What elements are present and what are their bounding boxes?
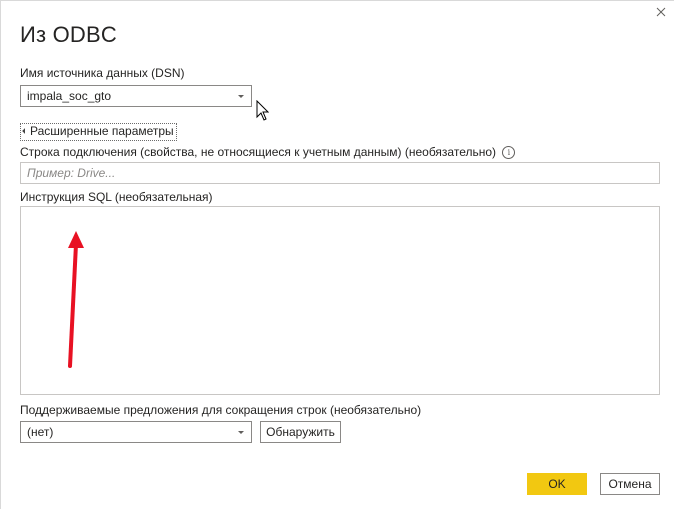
connection-string-input[interactable]: Пример: Drive... [20,162,660,184]
connection-string-label-row: Строка подключения (свойства, не относящ… [20,145,516,160]
dsn-select-value: impala_soc_gto [27,89,112,103]
info-icon[interactable]: i [502,146,516,160]
odbc-dialog: Из ODBC Имя источника данных (DSN) impal… [0,0,674,509]
dialog-title: Из ODBC [20,22,117,47]
close-icon[interactable] [654,5,668,19]
chevron-down-icon [238,431,244,434]
row-reduction-label: Поддерживаемые предложения для сокращени… [20,403,422,417]
connection-string-placeholder: Пример: Drive... [27,166,116,180]
advanced-options-label: Расширенные параметры [30,124,174,138]
dsn-label: Имя источника данных (DSN) [20,66,185,80]
detect-button[interactable]: Обнаружить [260,421,341,443]
mouse-pointer-icon [256,100,269,121]
connection-string-label: Строка подключения (свойства, не относящ… [20,145,497,159]
advanced-options-toggle[interactable]: Расширенные параметры [20,123,177,141]
expand-triangle-icon [22,128,28,135]
dsn-select[interactable]: impala_soc_gto [20,85,252,107]
chevron-down-icon [238,95,244,98]
red-arrow-annotation [68,231,84,368]
ok-button[interactable]: OK [527,473,587,495]
row-reduction-value: (нет) [27,425,54,439]
sql-statement-textarea[interactable] [20,206,660,395]
cancel-button[interactable]: Отмена [600,473,660,495]
sql-label: Инструкция SQL (необязательная) [20,190,213,204]
row-reduction-select[interactable]: (нет) [20,421,252,443]
